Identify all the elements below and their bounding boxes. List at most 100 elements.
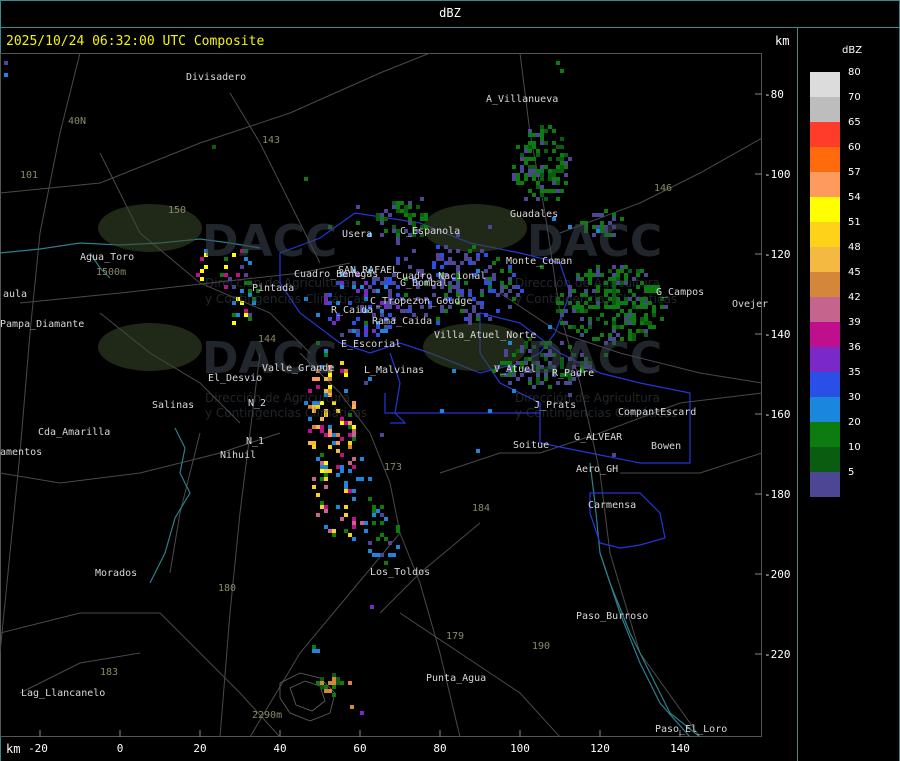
radar-echo-cell: [360, 285, 364, 289]
radar-echo-cell: [352, 281, 356, 285]
place-label: Monte_Coman: [506, 256, 573, 267]
radar-echo-cell: [364, 329, 368, 333]
radar-echo-cell: [384, 281, 388, 285]
radar-echo-cell: [444, 245, 448, 249]
radar-echo-cell: [328, 529, 332, 533]
radar-echo-cell: [440, 265, 444, 269]
radar-echo-cell: [360, 711, 364, 715]
radar-echo-cell: [232, 321, 236, 325]
place-label: C_Espanola: [400, 226, 461, 237]
radar-echo-cell: [628, 309, 632, 313]
radar-echo-cell: [372, 281, 376, 285]
place-label: CompantEscard: [618, 407, 697, 418]
radar-echo-cell: [384, 329, 388, 333]
radar-echo-cell: [348, 461, 352, 465]
radar-echo-cell: [324, 505, 328, 509]
radar-echo-cell: [552, 189, 556, 193]
y-tick-label: -180: [764, 488, 791, 501]
radar-echo-cell: [440, 253, 444, 257]
radar-echo-cell: [384, 209, 388, 213]
radar-echo-cell: [572, 309, 576, 313]
legend-label: 54: [848, 192, 861, 203]
place-label: Bowen: [651, 441, 682, 452]
radar-echo-cell: [536, 181, 540, 185]
radar-echo-cell: [508, 277, 512, 281]
radar-echo-cell: [388, 277, 392, 281]
place-label: Paso_Burroso: [576, 611, 649, 622]
radar-echo-cell: [340, 469, 344, 473]
radar-echo-cell: [556, 145, 560, 149]
radar-echo-cell: [316, 457, 320, 461]
radar-echo-cell: [524, 177, 528, 181]
radar-echo-cell: [560, 169, 564, 173]
route-label: 143: [262, 135, 281, 146]
radar-echo-cell: [340, 421, 344, 425]
radar-echo-cell: [320, 505, 324, 509]
radar-echo-cell: [392, 553, 396, 557]
radar-echo-cell: [336, 505, 340, 509]
radar-echo-cell: [316, 313, 320, 317]
radar-echo-cell: [464, 317, 468, 321]
legend-label: 20: [848, 417, 861, 428]
radar-echo-cell: [404, 257, 408, 261]
radar-echo-cell: [488, 409, 492, 413]
radar-echo-cell: [488, 317, 492, 321]
legend-swatch: [810, 172, 840, 197]
radar-echo-cell: [528, 189, 532, 193]
radar-echo-cell: [448, 249, 452, 253]
place-label: Paso_El_Loro: [655, 724, 728, 735]
radar-echo-cell: [636, 269, 640, 273]
legend-swatch: [810, 272, 840, 297]
radar-echo-cell: [616, 269, 620, 273]
radar-echo-cell: [332, 693, 336, 697]
radar-echo-cell: [524, 145, 528, 149]
legend-label: 35: [848, 367, 861, 378]
x-tick-label: 120: [590, 742, 610, 755]
radar-echo-cell: [380, 533, 384, 537]
radar-echo-cell: [412, 221, 416, 225]
radar-echo-cell: [536, 197, 540, 201]
radar-echo-cell: [524, 157, 528, 161]
radar-echo-cell: [652, 313, 656, 317]
radar-echo-cell: [508, 305, 512, 309]
radar-echo-cell: [496, 257, 500, 261]
radar-echo-cell: [408, 221, 412, 225]
radar-echo-cell: [200, 269, 204, 273]
radar-echo-cell: [544, 129, 548, 133]
radar-echo-cell: [384, 537, 388, 541]
radar-echo-cell: [468, 261, 472, 265]
radar-echo-cell: [468, 321, 472, 325]
radar-echo-cell: [372, 521, 376, 525]
radar-echo-cell: [460, 309, 464, 313]
radar-echo-cell: [444, 309, 448, 313]
radar-echo-cell: [516, 177, 520, 181]
radar-echo-cell: [548, 325, 552, 329]
x-tick-label: 140: [670, 742, 690, 755]
radar-echo-cell: [376, 217, 380, 221]
radar-echo-cell: [344, 373, 348, 377]
radar-echo-cell: [524, 173, 528, 177]
radar-echo-cell: [348, 489, 352, 493]
radar-echo-cell: [652, 325, 656, 329]
radar-echo-cell: [408, 205, 412, 209]
radar-echo-cell: [560, 321, 564, 325]
radar-echo-cell: [352, 425, 356, 429]
radar-echo-cell: [340, 333, 344, 337]
radar-echo-cell: [316, 385, 320, 389]
radar-echo-cell: [368, 497, 372, 501]
radar-echo-cell: [512, 353, 516, 357]
radar-echo-cell: [404, 209, 408, 213]
radar-echo-cell: [560, 161, 564, 165]
radar-echo-cell: [560, 137, 564, 141]
radar-echo-cell: [652, 309, 656, 313]
radar-echo-cell: [328, 429, 332, 433]
radar-echo-cell: [380, 233, 384, 237]
radar-echo-cell: [328, 385, 332, 389]
elevation-label: 2290m: [252, 710, 283, 721]
radar-echo-cell: [604, 321, 608, 325]
place-label: V_Atuel: [494, 364, 537, 375]
radar-echo-cell: [320, 429, 324, 433]
radar-echo-cell: [556, 169, 560, 173]
radar-echo-cell: [4, 73, 8, 77]
radar-echo-cell: [236, 313, 240, 317]
